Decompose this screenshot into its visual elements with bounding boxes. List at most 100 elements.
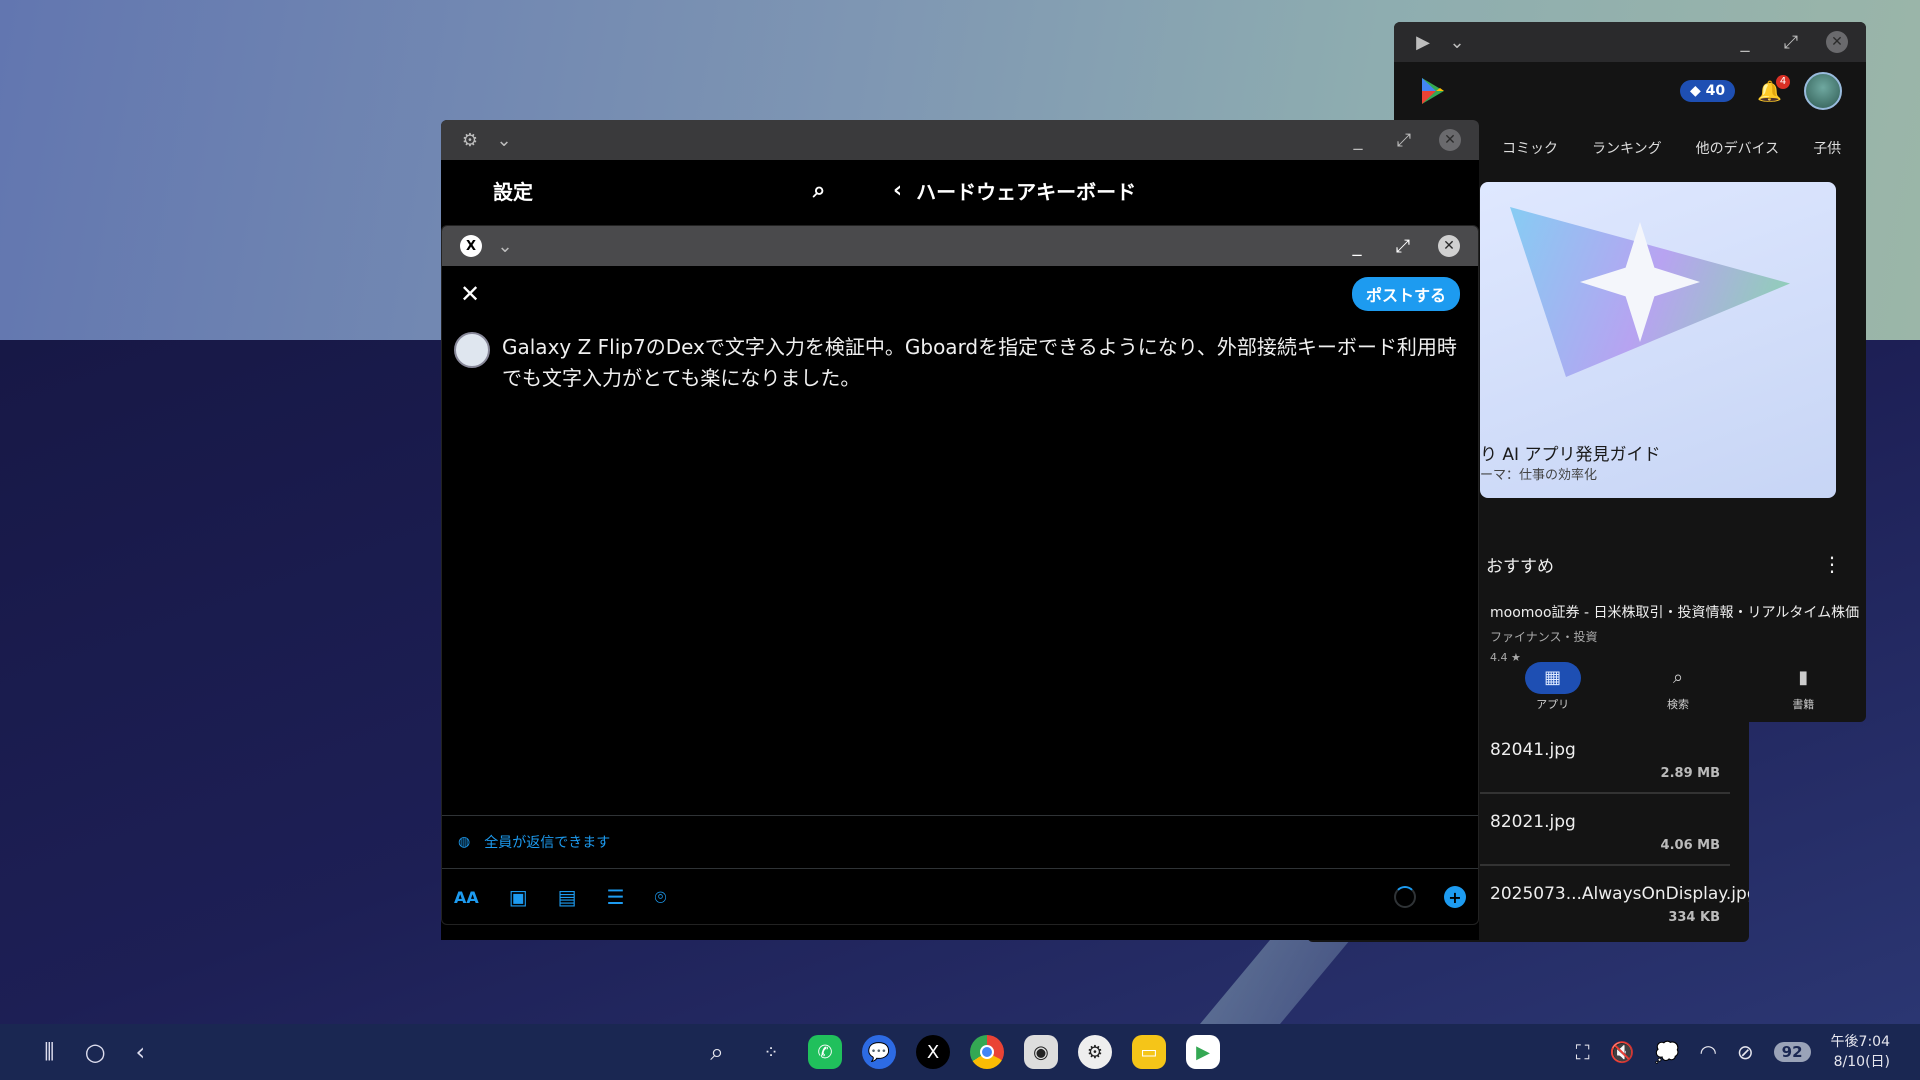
add-post-icon[interactable]: + [1444, 886, 1466, 908]
text-format-icon[interactable]: AA [454, 888, 479, 907]
settings-header: 設定 ⌕ ‹ ハードウェアキーボード [441, 160, 1479, 220]
character-counter-icon [1394, 886, 1416, 908]
featured-card[interactable]: り AI アプリ発見ガイド ーマ：仕事の効率化 [1480, 182, 1836, 498]
featured-subtitle: ーマ：仕事の効率化 [1480, 468, 1598, 483]
phone-icon[interactable]: ✆ [808, 1035, 842, 1069]
time: 午後7:04 [1830, 1034, 1890, 1050]
subpage-title: ハードウェアキーボード [916, 179, 1137, 204]
nav-label: 検索 [1666, 698, 1689, 711]
date: 8/10(日) [1833, 1054, 1890, 1070]
app-category: ファイナンス・投資 [1490, 630, 1598, 644]
compose-titlebar[interactable]: X ⌄ _ ⤢ ✕ [442, 226, 1478, 266]
taskbar: ⦀ ○ ‹ ⌕ ⁘ ✆ 💬 X ◉ ⚙ ▭ ▶ ⛶ 🔇 💭 ◠ ⊘ 92 午後7… [0, 1024, 1920, 1080]
poll-icon[interactable]: ☰ [607, 885, 625, 909]
my-files-icon[interactable]: ▭ [1132, 1035, 1166, 1069]
nav-apps[interactable]: ▦ アプリ [1490, 662, 1615, 722]
file-size: 4.06 MB [1660, 838, 1720, 853]
nav-books[interactable]: ▮ 書籍 [1741, 662, 1866, 722]
screen-capture-icon[interactable]: ⛶ [1576, 1040, 1590, 1064]
search-icon[interactable]: ⌕ [700, 1035, 734, 1069]
x-app-icon[interactable]: X [916, 1035, 950, 1069]
notification-count: 4 [1776, 75, 1790, 89]
minimize-icon[interactable]: _ [1347, 129, 1369, 151]
nav-label: アプリ [1536, 698, 1570, 711]
maximize-icon[interactable]: ⤢ [1393, 129, 1415, 151]
post-text-input[interactable]: Galaxy Z Flip7のDexで文字入力を検証中。Gboardを指定できる… [502, 332, 1466, 394]
play-store-icon[interactable]: ▶ [1186, 1035, 1220, 1069]
compose-body: Galaxy Z Flip7のDexで文字入力を検証中。Gboardを指定できる… [442, 322, 1478, 404]
battery-level: 92 [1773, 1042, 1811, 1062]
clock[interactable]: 午後7:04 8/10(日) [1831, 1032, 1890, 1072]
more-vert-icon[interactable]: ⋮ [1822, 552, 1842, 577]
recents-icon[interactable]: ⦀ [44, 1038, 55, 1066]
home-icon[interactable]: ○ [85, 1038, 106, 1066]
chevron-down-icon[interactable]: ⌄ [1446, 31, 1468, 53]
reply-setting[interactable]: ◍ 全員が返信できます [442, 815, 1478, 869]
chevron-down-icon[interactable]: ⌄ [493, 129, 515, 151]
compose-toolbar: AA ▣ ▤ ☰ ⌾ + [442, 869, 1478, 924]
post-button[interactable]: ポストする [1351, 277, 1460, 311]
location-icon[interactable]: ⌾ [655, 885, 667, 909]
chevron-down-icon[interactable]: ⌄ [494, 235, 516, 257]
recommended-section: おすすめ ⋮ [1486, 552, 1842, 577]
avatar[interactable] [1804, 72, 1842, 110]
file-name: 82041.jpg [1490, 740, 1576, 760]
play-points-badge[interactable]: ◆ 40 [1679, 80, 1736, 102]
tab-comic[interactable]: コミック [1502, 138, 1558, 166]
search-icon: ⌕ [1672, 667, 1684, 688]
tab-kids[interactable]: 子供 [1813, 138, 1841, 166]
nav-label: 書籍 [1792, 698, 1815, 711]
minimize-icon[interactable]: _ [1734, 31, 1756, 53]
camera-icon[interactable]: ◉ [1024, 1035, 1058, 1069]
list-item[interactable]: 2025073...AlwaysOnDisplay.jpg 334 KB [1480, 866, 1749, 938]
close-icon[interactable]: ✕ [1439, 129, 1461, 151]
list-item[interactable]: 82021.jpg 4.06 MB [1480, 794, 1730, 866]
wifi-icon[interactable]: ◠ [1699, 1040, 1716, 1064]
close-icon[interactable]: ✕ [1438, 235, 1460, 257]
reply-setting-label: 全員が返信できます [484, 835, 611, 851]
tab-ranking[interactable]: ランキング [1592, 138, 1662, 166]
nav-search[interactable]: ⌕ 検索 [1615, 662, 1740, 722]
minimize-icon[interactable]: _ [1346, 235, 1368, 257]
messages-icon[interactable]: 💬 [862, 1035, 896, 1069]
system-tray: ⛶ 🔇 💭 ◠ ⊘ 92 午後7:04 8/10(日) [1576, 1032, 1890, 1072]
close-icon[interactable]: ✕ [460, 280, 480, 308]
close-icon[interactable]: ✕ [1826, 31, 1848, 53]
search-icon[interactable]: ⌕ [813, 178, 893, 203]
gear-icon: ⚙ [461, 129, 479, 151]
x-compose-window: X ⌄ _ ⤢ ✕ ✕ ポストする Galaxy Z Flip7のDexで文字入… [441, 225, 1479, 925]
file-size: 334 KB [1668, 910, 1720, 925]
settings-titlebar[interactable]: ⚙ ⌄ _ ⤢ ✕ [441, 120, 1479, 160]
chat-icon[interactable]: 💭 [1655, 1040, 1680, 1064]
chrome-icon[interactable] [970, 1035, 1004, 1069]
image-icon[interactable]: ▣ [509, 885, 528, 909]
section-title: おすすめ [1486, 557, 1554, 577]
app-dock: ⌕ ⁘ ✆ 💬 X ◉ ⚙ ▭ ▶ [700, 1035, 1220, 1069]
bell-icon[interactable]: 🔔 4 [1757, 75, 1790, 103]
maximize-icon[interactable]: ⤢ [1392, 235, 1414, 257]
compose-header: ✕ ポストする [442, 266, 1478, 322]
play-bottom-nav: ▦ アプリ ⌕ 検索 ▮ 書籍 [1490, 662, 1866, 722]
back-icon[interactable]: ‹ [136, 1038, 146, 1066]
do-not-disturb-icon[interactable]: ⊘ [1737, 1040, 1754, 1064]
gif-icon[interactable]: ▤ [558, 885, 577, 909]
play-app-icon: ▶ [1416, 31, 1430, 53]
play-logo-icon [1422, 78, 1444, 104]
page-title: 設定 [493, 179, 533, 204]
app-drawer-icon[interactable]: ⁘ [754, 1035, 788, 1069]
system-nav: ⦀ ○ ‹ [0, 1038, 145, 1066]
list-item[interactable]: 82041.jpg 2.89 MB [1480, 722, 1730, 794]
globe-icon: ◍ [458, 834, 471, 850]
file-size: 2.89 MB [1660, 766, 1720, 781]
list-item[interactable]: moomoo証券 - 日米株取引・投資情報・リアルタイム株価 ファイナンス・投資… [1490, 602, 1860, 664]
x-logo-icon: X [460, 235, 482, 257]
back-icon[interactable]: ‹ [893, 178, 902, 203]
tab-other-devices[interactable]: 他のデバイス [1696, 138, 1780, 166]
book-icon: ▮ [1798, 667, 1809, 688]
avatar[interactable] [454, 332, 490, 368]
mute-icon[interactable]: 🔇 [1610, 1040, 1635, 1064]
settings-app-icon[interactable]: ⚙ [1078, 1035, 1112, 1069]
play-titlebar[interactable]: ▶ ⌄ _ ⤢ ✕ [1394, 22, 1866, 62]
maximize-icon[interactable]: ⤢ [1780, 31, 1802, 53]
app-name: moomoo証券 - 日米株取引・投資情報・リアルタイム株価 [1490, 605, 1860, 621]
